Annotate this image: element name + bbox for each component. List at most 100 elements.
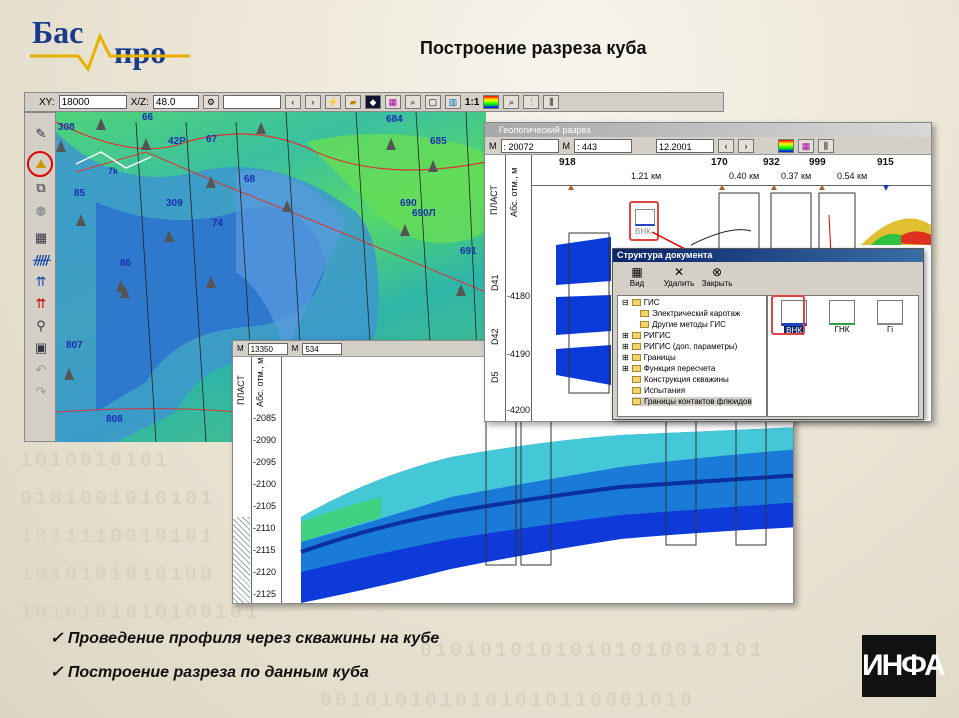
cube-field1-input[interactable]: 13350 (247, 342, 288, 355)
m-icon: M (291, 344, 299, 353)
palette-icon[interactable] (778, 138, 794, 153)
layer-icon[interactable]: ◆ (364, 95, 381, 109)
close-button-label: Закрыть (701, 279, 733, 288)
check-icon: ✓ (50, 664, 68, 681)
tree-item[interactable]: ⊟ ГИС (622, 298, 660, 307)
folder-icon (632, 376, 641, 383)
geo-field1-input[interactable]: : 20072 (500, 138, 559, 153)
m-icon: M (489, 140, 497, 151)
plast-column-header: ПЛАСТ (236, 375, 246, 405)
folder-icon (631, 354, 641, 361)
binary-decoration: 0010101010101010110001010 (320, 690, 696, 713)
grid-icon[interactable]: ▦ (384, 95, 401, 109)
gnk-item-label: ГНК (834, 325, 850, 334)
view-button[interactable]: ▦ Вид (623, 265, 651, 288)
baspro-logo: Бас про (30, 14, 200, 74)
arrow-right-icon[interactable]: › (738, 138, 754, 153)
columns-icon[interactable]: ⫼ (818, 138, 834, 153)
settings-icon[interactable]: ⚙ (202, 95, 219, 109)
wells-icon[interactable]: ᚏ (33, 253, 51, 267)
abs-column-header: Абс. отм., м (255, 357, 265, 407)
geo-section-toolbar: M : 20072 M : 443 12.2001 ‹ › ▦ ⫼ (485, 137, 931, 155)
section-well-label: 999 (809, 157, 826, 168)
redo-icon[interactable]: ↷ (33, 385, 49, 399)
gnk-item[interactable]: ГНК (822, 300, 862, 334)
distance-label: 1.21 км (631, 171, 662, 181)
distance-label: 0.37 км (781, 171, 812, 181)
close-button[interactable]: ⊗ Закрыть (699, 265, 735, 288)
document-structure-window[interactable]: Структура документа ▦ Вид ✕ Удалить ⊗ За… (612, 248, 924, 420)
search-icon[interactable]: ⌕ (503, 95, 520, 109)
cube-field2-input[interactable]: 534 (302, 342, 343, 355)
delete-button[interactable]: ✕ Удалить (661, 265, 697, 288)
tree-item[interactable]: ⊞ РИГИС (доп. параметры) (622, 342, 737, 351)
table-icon: ▦ (631, 265, 643, 279)
depth-tick: -2120 (253, 567, 277, 577)
depth-tick: -2100 (253, 479, 277, 489)
grid-icon[interactable]: ▦ (798, 138, 814, 153)
frame-icon[interactable]: ▢ (424, 95, 441, 109)
scale-label[interactable]: 1:1 (465, 97, 479, 108)
save-icon[interactable]: ▣ (33, 341, 49, 355)
tree-item[interactable]: ⊞ Функция пересчета (622, 364, 715, 373)
binary-decoration: 1010101010100 (20, 564, 216, 587)
folder-icon (631, 365, 641, 372)
depth-tick: -2125 (253, 589, 277, 599)
profile-icon[interactable]: ⛰ (33, 157, 49, 171)
layer-label: D42 (490, 328, 500, 345)
edit-icon[interactable]: ✎ (33, 127, 49, 141)
layer-label: D41 (490, 274, 500, 291)
arrow-right-icon[interactable]: › (304, 95, 321, 109)
tree-item[interactable]: ⊞ РИГИС (622, 331, 671, 340)
arrows-up-icon[interactable]: ⇈ (33, 275, 49, 289)
depth-tick: -2110 (253, 523, 276, 533)
depth-tick: -2085 (253, 413, 277, 423)
people-icon[interactable]: ⚉ (33, 205, 49, 219)
section-well-label: 170 (711, 157, 728, 168)
xy-label: XY: (39, 96, 55, 108)
depth-tick: -4180 (507, 291, 531, 301)
structure-window-title: Структура документа (613, 249, 923, 262)
book-icon[interactable]: ▥ (444, 95, 461, 109)
tree-item[interactable]: Электрический каротаж (640, 309, 740, 318)
depth-tick: -4200 (507, 405, 531, 415)
arrow-left-icon[interactable]: ‹ (718, 138, 734, 153)
sliders-icon[interactable]: ⫶ (523, 95, 540, 109)
distance-label: 0.54 км (837, 171, 868, 181)
arrow-left-icon[interactable]: ‹ (284, 95, 301, 109)
tree-item[interactable]: Конструкция скважины (632, 375, 729, 384)
gi-item[interactable]: Гi (870, 300, 910, 334)
geo-date-input[interactable]: 12.2001 (656, 138, 714, 153)
folder-icon (640, 321, 649, 328)
zoom-icon[interactable]: ⌕ (404, 95, 421, 109)
tree-item-selected[interactable]: Границы контактов флюидов (632, 397, 752, 406)
delete-button-label: Удалить (663, 279, 695, 288)
gi-item-label: Гi (886, 325, 894, 334)
distance-label: 0.40 км (729, 171, 760, 181)
cube-icon[interactable]: ⧉ (33, 181, 49, 195)
vnk-marker[interactable]: ВНК (629, 201, 659, 241)
lightning-icon[interactable]: ⚡ (324, 95, 341, 109)
xy-input[interactable]: 18000 (58, 95, 127, 109)
palette-icon[interactable] (483, 95, 500, 109)
building-icon[interactable]: ▦ (33, 231, 49, 245)
depth-tick: -2090 (253, 435, 277, 445)
folder-icon (631, 299, 641, 306)
depth-tick: -2095 (253, 457, 277, 467)
tree-item[interactable]: Другие методы ГИС (640, 320, 726, 329)
binary-decoration: 0101001010101 (20, 488, 216, 511)
geo-field2-input[interactable]: : 443 (574, 138, 632, 153)
arrows-red-icon[interactable]: ⇈ (33, 297, 49, 311)
tree-item[interactable]: ⊞ Границы (622, 353, 676, 362)
bullet-item: ✓ Проведение профиля через скважины на к… (50, 630, 440, 647)
section-well-label: 918 (559, 157, 576, 168)
bike-icon[interactable]: ⚲ (33, 319, 49, 333)
undo-icon[interactable]: ↶ (33, 363, 49, 377)
xz-input[interactable]: 48.0 (152, 95, 199, 109)
depth-tick: -2105 (253, 501, 277, 511)
mode-select[interactable] (222, 95, 281, 109)
tree-item[interactable]: Испытания (632, 386, 685, 395)
columns-icon[interactable]: ⫼ (543, 95, 560, 109)
bullet-item: ✓ Построение разреза по данным куба (50, 664, 369, 681)
open-folder-icon[interactable]: ▰ (344, 95, 361, 109)
